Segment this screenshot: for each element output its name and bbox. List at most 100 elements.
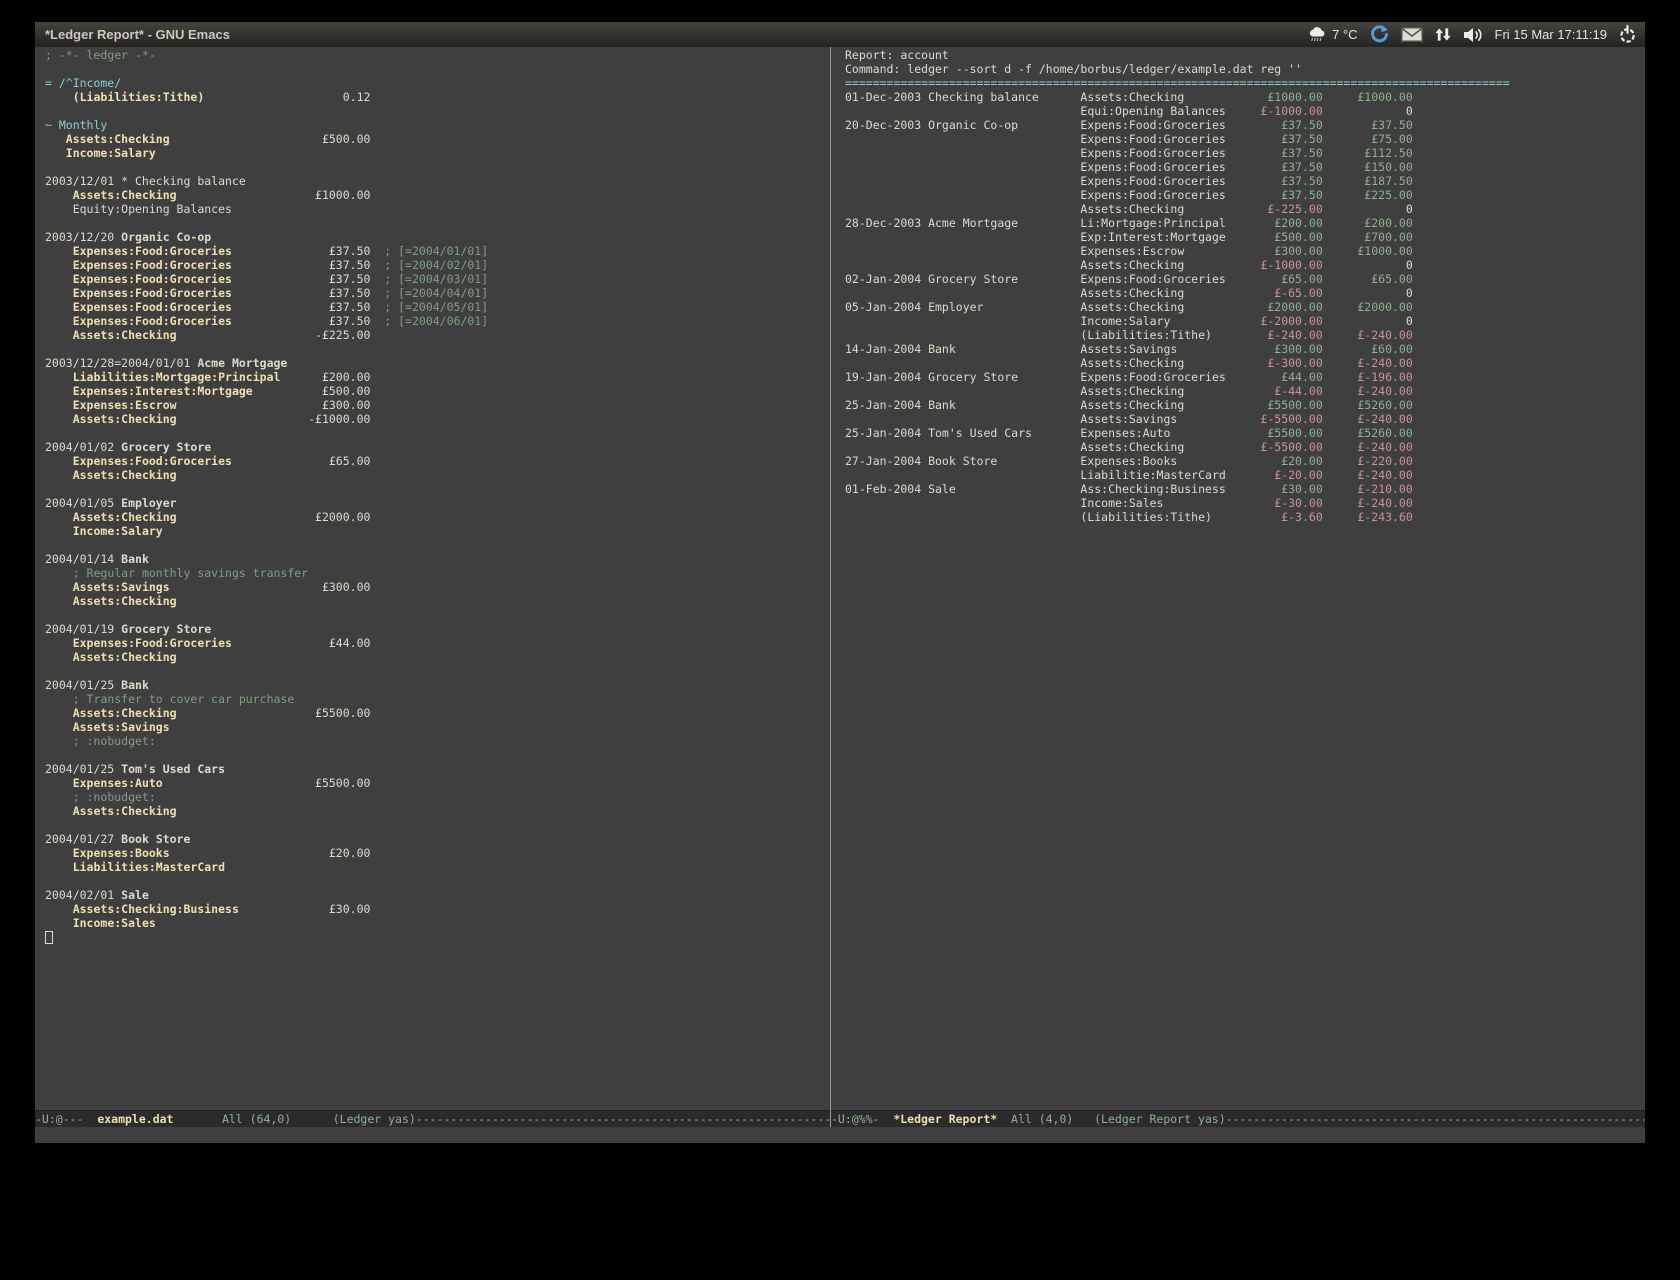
report-row: Assets:Checking £-5500.00 £-240.00 <box>845 440 1640 454</box>
weather-applet[interactable]: 7 °C <box>1307 26 1357 43</box>
buffer-line: Liabilities:MasterCard <box>45 860 820 874</box>
buffer-line: Expenses:Books £20.00 <box>45 846 820 860</box>
report-row: Assets:Savings £-5500.00 £-240.00 <box>845 412 1640 426</box>
buffer-line: Expenses:Food:Groceries £44.00 <box>45 636 820 650</box>
buffer-line <box>45 748 820 762</box>
report-name-line: Report: account <box>845 48 1640 62</box>
buffer-line: Expenses:Food:Groceries £37.50 ; [=2004/… <box>45 258 820 272</box>
buffer-line: Assets:Checking <box>45 594 820 608</box>
buffer-line: Equity:Opening Balances <box>45 202 820 216</box>
report-row: Expens:Food:Groceries £37.50 £112.50 <box>845 146 1640 160</box>
temperature-label: 7 °C <box>1332 27 1357 42</box>
buffer-line: Assets:Checking -£225.00 <box>45 328 820 342</box>
report-row: Expens:Food:Groceries £37.50 £187.50 <box>845 174 1640 188</box>
report-command-line: Command: ledger --sort d -f /home/borbus… <box>845 62 1640 76</box>
buffer-line <box>45 426 820 440</box>
cursor-hollow <box>45 931 53 944</box>
refresh-icon[interactable] <box>1369 24 1390 45</box>
buffer-line: ~ Monthly <box>45 118 820 132</box>
report-rows: 01-Dec-2003 Checking balance Assets:Chec… <box>845 90 1640 524</box>
buffer-line: ; :nobudget: <box>45 734 820 748</box>
report-row: 02-Jan-2004 Grocery Store Expens:Food:Gr… <box>845 272 1640 286</box>
buffer-line: Assets:Checking <box>45 804 820 818</box>
report-row: 19-Jan-2004 Grocery Store Expens:Food:Gr… <box>845 370 1640 384</box>
buffer-line: Expenses:Food:Groceries £37.50 ; [=2004/… <box>45 272 820 286</box>
mail-icon[interactable] <box>1401 27 1423 42</box>
modeline-ledger-report[interactable]: -U:@%%- *Ledger Report* All (4,0) (Ledge… <box>831 1110 1645 1127</box>
window-divider[interactable] <box>830 47 831 1127</box>
buffer-line: Assets:Checking <box>45 468 820 482</box>
buffer-line: Expenses:Food:Groceries £37.50 ; [=2004/… <box>45 244 820 258</box>
buffer-window-ledger-report[interactable]: Report: account Command: ledger --sort d… <box>845 48 1640 1110</box>
buffer-line: ; -*- ledger -*- <box>45 48 820 62</box>
report-row: 05-Jan-2004 Employer Assets:Checking £20… <box>845 300 1640 314</box>
buffer-line: Assets:Checking -£1000.00 <box>45 412 820 426</box>
buffer-line: Expenses:Escrow £300.00 <box>45 398 820 412</box>
buffer-line: 2004/01/27 Book Store <box>45 832 820 846</box>
buffer-line: Income:Sales <box>45 916 820 930</box>
report-row: (Liabilities:Tithe) £-240.00 £-240.00 <box>845 328 1640 342</box>
buffer-line: Expenses:Food:Groceries £37.50 ; [=2004/… <box>45 286 820 300</box>
buffer-line <box>45 160 820 174</box>
report-row: 25-Jan-2004 Tom's Used Cars Expenses:Aut… <box>845 426 1640 440</box>
clock-label[interactable]: Fri 15 Mar 17:11:19 <box>1495 27 1607 42</box>
buffer-line: 2004/01/05 Employer <box>45 496 820 510</box>
buffer-line: Assets:Savings <box>45 720 820 734</box>
buffer-line <box>45 342 820 356</box>
buffer-line: (Liabilities:Tithe) 0.12 <box>45 90 820 104</box>
report-row: Exp:Interest:Mortgage £500.00 £700.00 <box>845 230 1640 244</box>
buffer-line: ; :nobudget: <box>45 790 820 804</box>
top-panel: *Ledger Report* - GNU Emacs 7 °C <box>35 22 1645 48</box>
desktop: *Ledger Report* - GNU Emacs 7 °C <box>0 0 1680 1280</box>
buffer-window-example-dat[interactable]: ; -*- ledger -*-= /^Income/ (Liabilities… <box>45 48 820 1110</box>
report-row: 25-Jan-2004 Bank Assets:Checking £5500.0… <box>845 398 1640 412</box>
buffer-line: 2004/02/01 Sale <box>45 888 820 902</box>
report-row: Income:Sales £-30.00 £-240.00 <box>845 496 1640 510</box>
buffer-line <box>45 62 820 76</box>
report-row: Liabilitie:MasterCard £-20.00 £-240.00 <box>845 468 1640 482</box>
report-row: Assets:Checking £-225.00 0 <box>845 202 1640 216</box>
buffer-line: Expenses:Auto £5500.00 <box>45 776 820 790</box>
report-row: 28-Dec-2003 Acme Mortgage Li:Mortgage:Pr… <box>845 216 1640 230</box>
report-row: Expens:Food:Groceries £37.50 £150.00 <box>845 160 1640 174</box>
buffer-line: 2004/01/25 Tom's Used Cars <box>45 762 820 776</box>
buffer-line: Expenses:Food:Groceries £37.50 ; [=2004/… <box>45 300 820 314</box>
modeline-example-dat[interactable]: -U:@--- example.dat All (64,0) (Ledger y… <box>35 1110 830 1127</box>
buffer-line <box>45 664 820 678</box>
buffer-line: Assets:Checking £5500.00 <box>45 706 820 720</box>
report-row: Equi:Opening Balances £-1000.00 0 <box>845 104 1640 118</box>
network-arrows-icon[interactable] <box>1434 27 1452 42</box>
buffer-line: 2004/01/25 Bank <box>45 678 820 692</box>
buffer-line: 2004/01/02 Grocery Store <box>45 440 820 454</box>
buffer-line: 2003/12/01 * Checking balance <box>45 174 820 188</box>
report-row: Assets:Checking £-65.00 0 <box>845 286 1640 300</box>
buffer-line: Assets:Checking £1000.00 <box>45 188 820 202</box>
report-separator: ========================================… <box>845 76 1640 90</box>
report-row: Assets:Checking £-44.00 £-240.00 <box>845 384 1640 398</box>
volume-icon[interactable] <box>1463 27 1484 43</box>
buffer-line <box>45 930 820 944</box>
buffer-line: Liabilities:Mortgage:Principal £200.00 <box>45 370 820 384</box>
report-row: (Liabilities:Tithe) £-3.60 £-243.60 <box>845 510 1640 524</box>
buffer-line: Expenses:Food:Groceries £37.50 ; [=2004/… <box>45 314 820 328</box>
buffer-line: Income:Salary <box>45 146 820 160</box>
power-icon[interactable] <box>1618 25 1637 44</box>
report-row: 20-Dec-2003 Organic Co-op Expens:Food:Gr… <box>845 118 1640 132</box>
buffer-line <box>45 482 820 496</box>
report-row: 01-Dec-2003 Checking balance Assets:Chec… <box>845 90 1640 104</box>
buffer-line: Income:Salary <box>45 524 820 538</box>
report-row: Assets:Checking £-300.00 £-240.00 <box>845 356 1640 370</box>
weather-rain-cloud-icon <box>1307 26 1328 43</box>
buffer-line: 2004/01/19 Grocery Store <box>45 622 820 636</box>
report-row: 14-Jan-2004 Bank Assets:Savings £300.00 … <box>845 342 1640 356</box>
buffer-line <box>45 874 820 888</box>
report-row: Assets:Checking £-1000.00 0 <box>845 258 1640 272</box>
buffer-line: Assets:Checking £2000.00 <box>45 510 820 524</box>
buffer-line: 2003/12/28=2004/01/01 Acme Mortgage <box>45 356 820 370</box>
buffer-line <box>45 104 820 118</box>
report-row: Income:Salary £-2000.00 0 <box>845 314 1640 328</box>
minibuffer[interactable] <box>35 1127 1645 1143</box>
report-row: 01-Feb-2004 Sale Ass:Checking:Business £… <box>845 482 1640 496</box>
buffer-line: 2004/01/14 Bank <box>45 552 820 566</box>
system-tray: 7 °C <box>1307 22 1637 47</box>
